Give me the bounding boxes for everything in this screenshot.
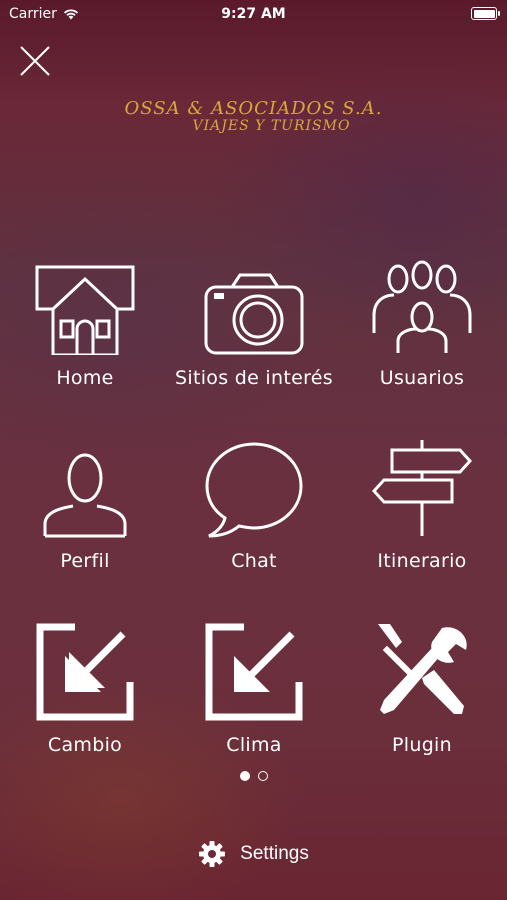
camera-icon xyxy=(204,273,304,355)
menu-item-label: Clima xyxy=(226,734,282,756)
menu-item-usuarios[interactable]: Usuarios xyxy=(338,255,506,389)
gear-icon xyxy=(199,841,226,867)
menu-item-itinerario[interactable]: Itinerario xyxy=(338,438,506,572)
close-button[interactable] xyxy=(16,42,54,80)
battery-icon xyxy=(471,7,500,20)
menu-item-plugin[interactable]: Plugin xyxy=(338,622,506,756)
arrow-in-box-icon xyxy=(36,623,134,721)
menu-item-cambio[interactable]: Cambio xyxy=(1,622,169,756)
page-dot-1[interactable] xyxy=(239,771,250,781)
chat-bubble-icon xyxy=(205,442,303,538)
status-bar: Carrier 9:27 AM xyxy=(0,0,507,30)
settings-button[interactable]: Settings xyxy=(0,840,507,868)
brand-logo: OSSA & ASOCIADOS S.A. VIAJES Y TURISMO xyxy=(0,98,507,134)
menu-item-label: Home xyxy=(56,367,114,389)
page-indicator xyxy=(0,771,507,781)
tools-icon xyxy=(378,624,467,714)
menu-item-clima[interactable]: Clima xyxy=(170,622,338,756)
brand-name: OSSA & ASOCIADOS S.A. xyxy=(124,98,383,119)
menu-item-sitios-de-interes[interactable]: Sitios de interés xyxy=(170,255,338,389)
menu-item-label: Cambio xyxy=(47,734,123,756)
close-icon xyxy=(20,46,50,76)
brand-subtitle: VIAJES Y TURISMO xyxy=(192,118,351,134)
clock: 9:27 AM xyxy=(221,6,286,22)
menu-item-label: Perfil xyxy=(60,550,110,572)
menu-item-label: Itinerario xyxy=(377,550,467,572)
menu-item-label: Chat xyxy=(231,550,277,572)
person-icon xyxy=(43,453,127,538)
menu-item-chat[interactable]: Chat xyxy=(170,438,338,572)
signpost-icon xyxy=(372,440,472,536)
menu-item-home[interactable]: Home xyxy=(1,255,169,389)
menu-item-label: Plugin xyxy=(392,734,452,756)
page-dot-2[interactable] xyxy=(257,771,268,781)
users-group-icon xyxy=(372,260,472,353)
arrow-in-box-icon xyxy=(205,623,303,721)
menu-item-perfil[interactable]: Perfil xyxy=(1,438,169,572)
menu-item-label: Sitios de interés xyxy=(175,367,333,389)
menu-item-label: Usuarios xyxy=(379,367,465,389)
house-icon xyxy=(35,265,135,355)
settings-label: Settings xyxy=(240,843,309,864)
